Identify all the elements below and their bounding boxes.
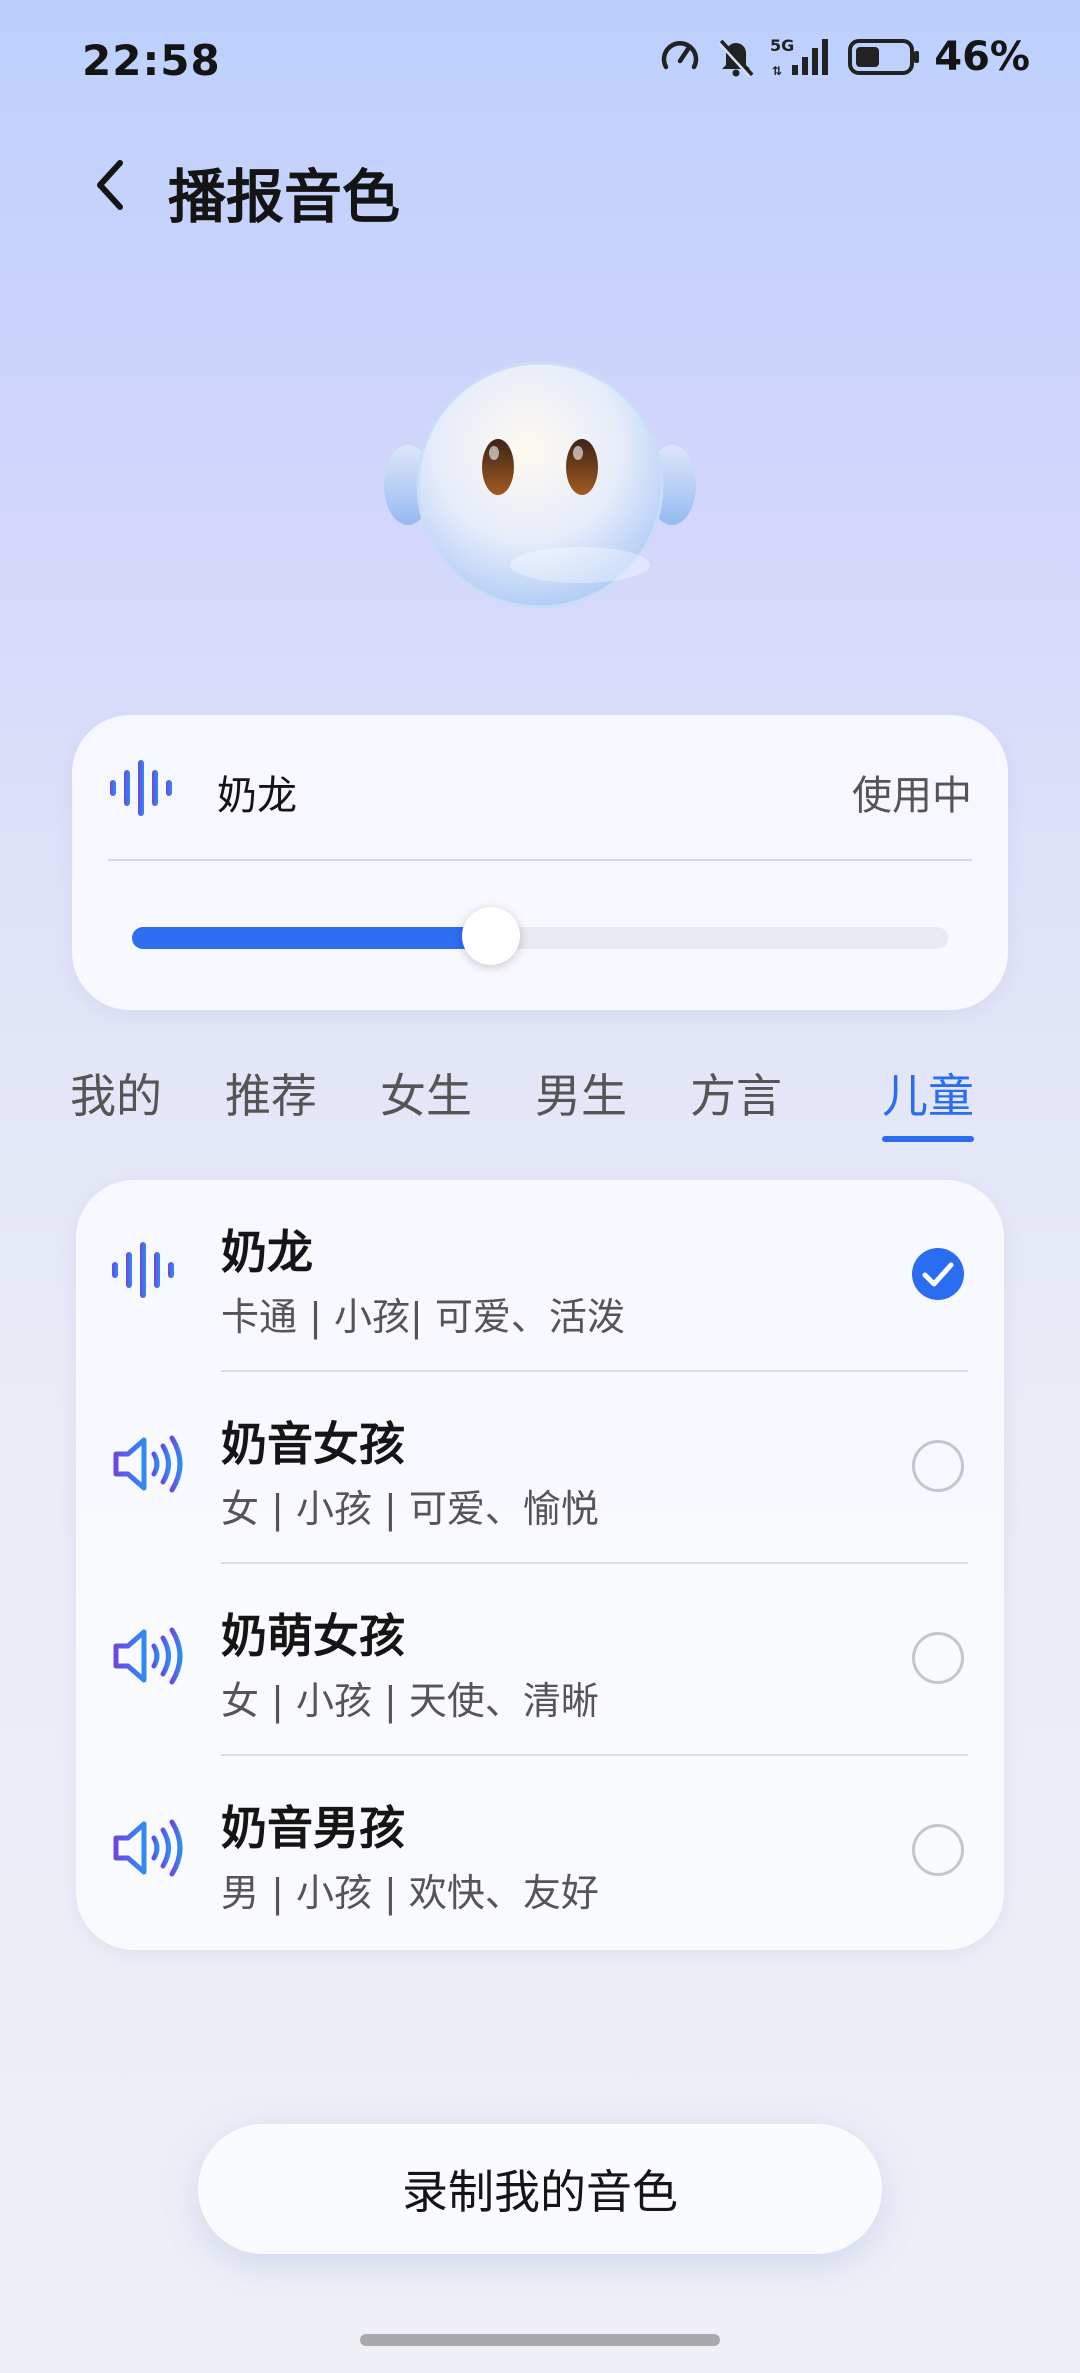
slider-fill <box>132 927 492 949</box>
speaker-icon <box>110 1432 186 1500</box>
waveform-icon <box>110 1240 186 1304</box>
voice-title: 奶音男孩 <box>221 1801 405 1855</box>
current-voice-status: 使用中 <box>852 773 972 819</box>
speed-meter-icon <box>658 35 702 79</box>
voice-item[interactable]: 奶龙卡通 | 小孩| 可爱、活泼 <box>76 1180 1004 1372</box>
svg-text:⇅: ⇅ <box>772 64 782 78</box>
current-voice-card: 奶龙 使用中 <box>72 715 1008 1010</box>
tab-4[interactable]: 方言 <box>690 1060 782 1126</box>
voice-item[interactable]: 奶音女孩女 | 小孩 | 可爱、愉悦 <box>76 1372 1004 1564</box>
voice-title: 奶龙 <box>221 1225 313 1279</box>
divider <box>108 859 972 861</box>
mascot-illustration <box>380 355 700 615</box>
speaker-icon <box>110 1816 186 1884</box>
record-voice-button[interactable]: 录制我的音色 <box>198 2124 882 2254</box>
battery-percent: 46% <box>934 34 1030 80</box>
status-time: 22:58 <box>82 36 221 85</box>
network-label: 5G <box>770 36 794 55</box>
radio-button[interactable] <box>912 1440 964 1492</box>
tab-label: 我的 <box>70 1069 162 1123</box>
voice-item[interactable]: 奶音男孩男 | 小孩 | 欢快、友好 <box>76 1756 1004 1948</box>
tab-3[interactable]: 男生 <box>535 1060 627 1126</box>
tab-label: 男生 <box>535 1069 627 1123</box>
voice-item[interactable]: 奶萌女孩女 | 小孩 | 天使、清晰 <box>76 1564 1004 1756</box>
tab-active-underline <box>882 1136 974 1142</box>
speed-slider[interactable] <box>132 907 948 965</box>
tab-label: 女生 <box>380 1069 472 1123</box>
tab-1[interactable]: 推荐 <box>225 1060 317 1126</box>
status-bar: 22:58 5G ⇅ 46% <box>0 0 1080 120</box>
signal-5g-icon: 5G ⇅ <box>770 35 834 79</box>
radio-button[interactable] <box>912 1824 964 1876</box>
tab-2[interactable]: 女生 <box>380 1060 472 1126</box>
slider-thumb[interactable] <box>462 907 521 965</box>
category-tabs: 我的 推荐 女生 男生 方言 儿童 <box>70 1060 1010 1150</box>
voice-description: 女 | 小孩 | 天使、清晰 <box>221 1679 599 1723</box>
radio-button[interactable] <box>912 1632 964 1684</box>
voice-title: 奶音女孩 <box>221 1417 405 1471</box>
radio-checked[interactable] <box>912 1248 964 1300</box>
tab-label: 方言 <box>690 1069 782 1123</box>
back-button[interactable] <box>80 152 140 222</box>
header: 播报音色 <box>0 140 1080 240</box>
voice-description: 卡通 | 小孩| 可爱、活泼 <box>221 1295 625 1339</box>
voice-title: 奶萌女孩 <box>221 1609 405 1663</box>
waveform-icon <box>108 758 184 822</box>
battery-icon <box>848 37 920 77</box>
tab-label: 推荐 <box>225 1069 317 1123</box>
tab-label: 儿童 <box>882 1069 974 1123</box>
chevron-left-icon <box>90 155 130 219</box>
voice-description: 男 | 小孩 | 欢快、友好 <box>221 1871 599 1915</box>
bell-muted-icon <box>716 35 756 79</box>
voice-list: 奶龙 卡通 | 小孩| 可爱、活泼 奶音女孩女 | 小孩 | 可爱、愉悦 奶萌女孩女 … <box>76 1180 1004 1950</box>
voice-description: 女 | 小孩 | 可爱、愉悦 <box>221 1487 599 1531</box>
page-title: 播报音色 <box>168 163 401 231</box>
speaker-icon <box>110 1624 186 1692</box>
tab-5[interactable]: 儿童 <box>882 1060 974 1142</box>
check-icon <box>908 1244 968 1308</box>
current-voice-name: 奶龙 <box>217 773 297 819</box>
tab-0[interactable]: 我的 <box>70 1060 162 1126</box>
status-icons: 5G ⇅ 46% <box>658 34 1030 80</box>
home-indicator <box>360 2334 720 2346</box>
